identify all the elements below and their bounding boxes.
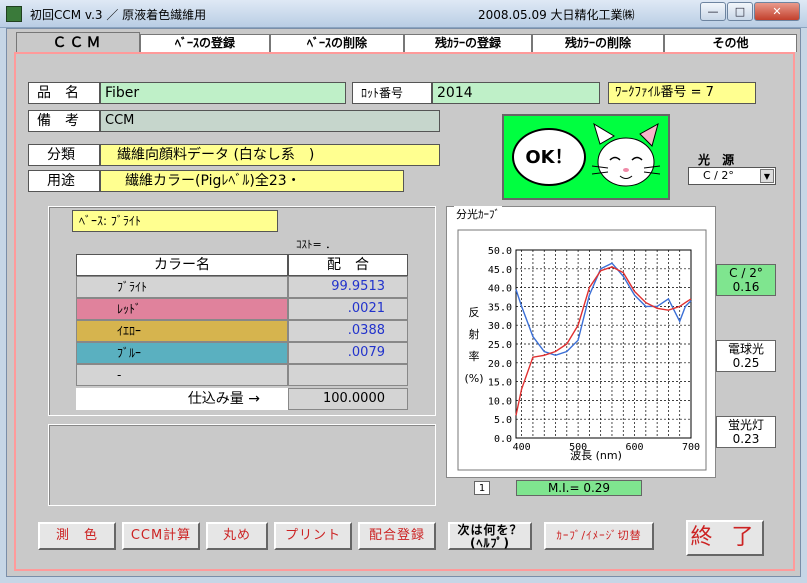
- x-tick-label: 600: [626, 442, 644, 453]
- category-field: 繊維向顔料データ (白なし系 ): [100, 144, 440, 166]
- memo-area[interactable]: [48, 424, 436, 506]
- mi-display: M.I.= 0.29: [516, 480, 642, 496]
- color-row-value[interactable]: [288, 364, 408, 386]
- y-tick-label: 30.0: [488, 321, 512, 332]
- y-tick-label: 25.0: [488, 340, 512, 351]
- tab-remaining-delete[interactable]: 残ｶﾗｰの削除: [532, 34, 664, 52]
- col-header-color: カラー名: [76, 254, 288, 276]
- remarks-field[interactable]: CCM: [100, 110, 440, 132]
- total-label: 仕込み量 →: [76, 388, 288, 410]
- tab-other[interactable]: その他: [664, 34, 797, 52]
- product-label: 品 名: [28, 82, 100, 104]
- minimize-button[interactable]: —: [700, 2, 726, 21]
- y-tick-label: 5.0: [494, 415, 512, 426]
- y-tick-label: 10.0: [488, 396, 512, 407]
- color-row-name[interactable]: ﾌﾞﾗｲﾄ: [76, 276, 288, 298]
- color-row-value[interactable]: .0079: [288, 342, 408, 364]
- page-number[interactable]: 1: [474, 481, 490, 495]
- spectral-chart: 0.0 5.0 10.0 15.0 20.0 25.0 30.0 35.0 40.0 45.0 50…: [457, 229, 707, 471]
- curve-image-toggle-button[interactable]: ｶｰﾌﾞ/ｲﾒｰｼﾞ切替: [544, 522, 654, 550]
- maximize-button[interactable]: □: [727, 2, 753, 21]
- measure-button[interactable]: 測 色: [38, 522, 116, 550]
- light-result-c: C / 2° 0.16: [716, 264, 776, 296]
- base-field: ﾍﾞｰｽ: ﾌﾞﾗｲﾄ: [72, 210, 278, 232]
- lot-label: ﾛｯﾄ番号: [352, 82, 432, 104]
- exit-button[interactable]: 終 了: [686, 520, 764, 556]
- cat-icon: [591, 122, 661, 187]
- x-tick-label: 400: [513, 442, 531, 453]
- y-tick-label: 20.0: [488, 359, 512, 370]
- x-tick-label: 700: [682, 442, 700, 453]
- color-row-name[interactable]: ﾚｯﾄﾞ: [76, 298, 288, 320]
- col-header-mix: 配 合: [288, 254, 408, 276]
- tab-remaining-register[interactable]: 残ｶﾗｰの登録: [404, 34, 532, 52]
- register-mix-button[interactable]: 配合登録: [358, 522, 436, 550]
- color-row-name[interactable]: ｲｴﾛｰ: [76, 320, 288, 342]
- usage-field: 繊維カラー(Pigﾚﾍﾞﾙ)全23・: [100, 170, 404, 192]
- light-source-label: 光 源: [698, 153, 739, 167]
- workfile-number: ﾜｰｸﾌｧｲﾙ番号 = 7: [608, 82, 756, 104]
- tab-base-delete[interactable]: ﾍﾞｰｽの削除: [270, 34, 404, 52]
- color-row-value[interactable]: .0388: [288, 320, 408, 342]
- help-button[interactable]: 次は何を？ (ﾍﾙﾌﾟ): [448, 522, 532, 550]
- app-icon: [6, 6, 22, 22]
- light-result-fluorescent: 蛍光灯 0.23: [716, 416, 776, 448]
- color-row-name[interactable]: -: [76, 364, 288, 386]
- y-tick-label: 50.0: [488, 246, 512, 257]
- product-field[interactable]: Fiber: [100, 82, 346, 104]
- window-title: 初回CCM v.3 ／ 原液着色繊維用: [30, 8, 207, 22]
- ok-bubble: OK！: [512, 128, 586, 186]
- category-label: 分類: [28, 144, 100, 166]
- color-row-value[interactable]: 99.9513: [288, 276, 408, 298]
- chevron-down-icon[interactable]: ▼: [760, 169, 774, 183]
- cost-display: ｺｽﾄ= ．: [296, 238, 337, 251]
- close-button[interactable]: ✕: [754, 2, 800, 21]
- y-tick-label: 0.0: [494, 434, 512, 445]
- x-axis-label: 波長 (nm): [570, 449, 622, 462]
- ccm-calc-button[interactable]: CCM計算: [122, 522, 200, 550]
- color-row-name[interactable]: ﾌﾞﾙｰ: [76, 342, 288, 364]
- lot-field[interactable]: 2014: [432, 82, 600, 104]
- tab-ccm[interactable]: ＣＣＭ: [16, 32, 140, 54]
- y-tick-label: 45.0: [488, 265, 512, 276]
- light-result-incandescent: 電球光 0.25: [716, 340, 776, 372]
- round-button[interactable]: 丸め: [206, 522, 268, 550]
- usage-label: 用途: [28, 170, 100, 192]
- print-button[interactable]: プリント: [274, 522, 352, 550]
- color-row-value[interactable]: .0021: [288, 298, 408, 320]
- remarks-label: 備 考: [28, 110, 100, 132]
- title-date-company: 2008.05.09 大日精化工業㈱: [478, 8, 635, 22]
- y-tick-label: 15.0: [488, 378, 512, 389]
- y-tick-label: 35.0: [488, 302, 512, 313]
- total-value: 100.0000: [288, 388, 408, 410]
- tab-base-register[interactable]: ﾍﾞｰｽの登録: [140, 34, 270, 52]
- y-tick-label: 40.0: [488, 284, 512, 295]
